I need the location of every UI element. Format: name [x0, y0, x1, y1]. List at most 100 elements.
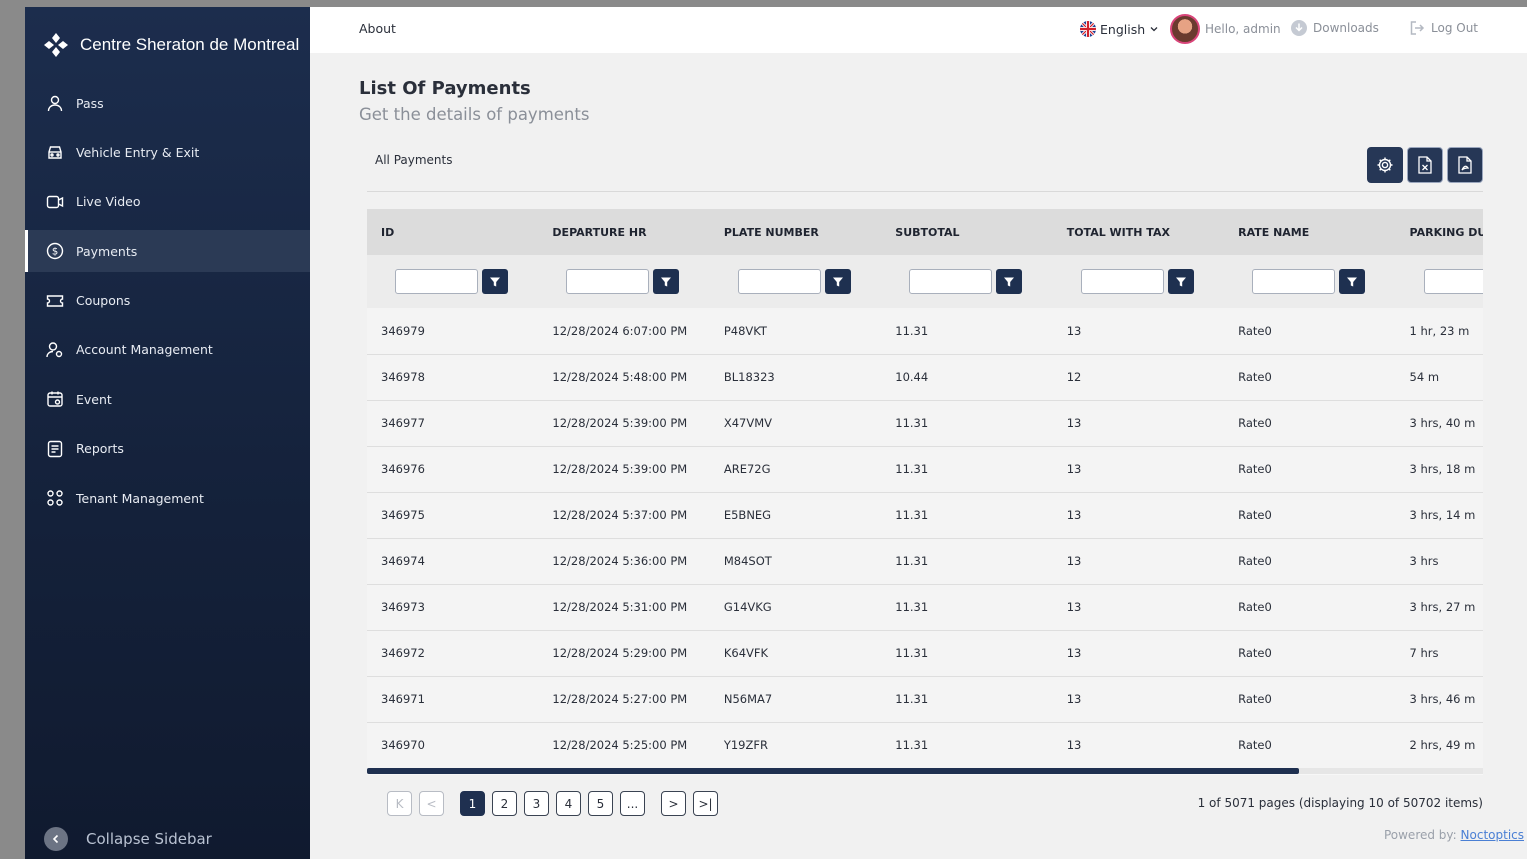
filter-input-plate-number[interactable] [737, 269, 821, 294]
column-header-departure-hr[interactable]: DEPARTURE HR [538, 209, 709, 255]
scrollbar-thumb[interactable] [367, 768, 1299, 774]
sidebar-item-pass[interactable]: Pass [25, 82, 310, 124]
logout-link[interactable]: Log Out [1409, 20, 1478, 36]
sidebar-item-label: Reports [76, 441, 124, 457]
language-selector[interactable]: English [1080, 21, 1159, 37]
column-header-plate-number[interactable]: PLATE NUMBER [710, 209, 881, 255]
filter-icon[interactable] [824, 269, 851, 294]
export-pdf-button[interactable] [1447, 147, 1483, 183]
filter-input-subtotal[interactable] [909, 269, 993, 294]
column-header-rate-name[interactable]: RATE NAME [1224, 209, 1395, 255]
filter-input-parking-duration[interactable] [1423, 269, 1483, 294]
cell-subtotal: 11.31 [895, 508, 929, 522]
app-window: Centre Sheraton de Montreal Pass Vehicle… [25, 7, 1527, 859]
export-excel-button[interactable] [1407, 147, 1443, 183]
table-row[interactable]: 346979 12/28/2024 6:07:00 PM P48VKT 11.31 13… [367, 308, 1483, 354]
logout-icon [1410, 21, 1425, 35]
table-row[interactable]: 346973 12/28/2024 5:31:00 PM G14VKG 11.31 13… [367, 584, 1483, 630]
sidebar-item-tenant-management[interactable]: Tenant Management [25, 477, 310, 519]
table-row[interactable]: 346977 12/28/2024 5:39:00 PM X47VMV 11.31 13… [367, 400, 1483, 446]
sidebar-item-event[interactable]: Event [25, 378, 310, 420]
cell-total-with-tax: 13 [1066, 692, 1082, 706]
filter-input-rate-name[interactable] [1252, 269, 1336, 294]
user-icon [45, 93, 65, 113]
page-button-5[interactable]: 5 [588, 791, 613, 816]
page-button-more[interactable]: ... [620, 791, 645, 816]
table-row[interactable]: 346974 12/28/2024 5:36:00 PM M84SOT 11.31 13… [367, 538, 1483, 584]
filter-icon[interactable] [482, 269, 508, 294]
cell-id: 346979 [381, 323, 425, 338]
uk-flag-icon [1080, 21, 1096, 37]
cell-id: 346971 [381, 692, 425, 706]
cell-parking-duration: 3 hrs, 40 m [1409, 416, 1476, 430]
column-header-parking-duration[interactable]: PARKING DURATIO [1396, 209, 1483, 255]
table-row[interactable]: 346976 12/28/2024 5:39:00 PM ARE72G 11.31 13… [367, 446, 1483, 492]
cell-subtotal: 10.44 [895, 370, 929, 384]
filter-input-total-with-tax[interactable] [1080, 269, 1164, 294]
top-bar: About English Hello, admin Downloads Log… [310, 7, 1527, 53]
horizontal-scrollbar[interactable] [367, 768, 1483, 774]
cell-parking-duration: 3 hrs, 46 m [1409, 692, 1476, 706]
last-page-button[interactable]: >| [693, 791, 718, 816]
column-header-subtotal[interactable]: SUBTOTAL [881, 209, 1052, 255]
page-button-2[interactable]: 2 [492, 791, 517, 816]
cell-id: 346975 [381, 508, 425, 522]
group-icon [45, 488, 65, 508]
filter-input-departure-hr[interactable] [566, 269, 650, 294]
first-page-button[interactable]: K [387, 791, 412, 816]
sidebar-item-vehicle-entry-exit[interactable]: Vehicle Entry & Exit [25, 131, 310, 173]
column-header-id[interactable]: ID [367, 209, 538, 255]
sidebar-item-account-management[interactable]: Account Management [25, 329, 310, 371]
page-subtitle: Get the details of payments [359, 105, 590, 124]
sidebar-item-live-video[interactable]: Live Video [25, 181, 310, 223]
about-link[interactable]: About [359, 21, 396, 36]
cell-subtotal: 11.31 [895, 323, 929, 338]
sidebar-item-reports[interactable]: Reports [25, 428, 310, 470]
chevron-left-icon[interactable] [44, 827, 68, 851]
sidebar-item-payments[interactable]: $ Payments [25, 230, 310, 273]
filter-icon[interactable] [653, 269, 680, 294]
filter-icon[interactable] [1339, 269, 1366, 294]
column-header-total-with-tax[interactable]: TOTAL WITH TAX [1053, 209, 1224, 255]
company-link[interactable]: Noctoptics [1461, 828, 1524, 842]
page-button-3[interactable]: 3 [524, 791, 549, 816]
cell-plate-number: X47VMV [723, 416, 773, 430]
sidebar-item-label: Live Video [76, 194, 141, 210]
filter-icon[interactable] [996, 269, 1023, 294]
page-button-4[interactable]: 4 [556, 791, 581, 816]
table-row[interactable]: 346972 12/28/2024 5:29:00 PM K64VFK 11.31 13… [367, 630, 1483, 676]
downloads-label: Downloads [1313, 21, 1379, 35]
sidebar-item-coupons[interactable]: Coupons [25, 280, 310, 322]
cell-rate-name: Rate0 [1238, 600, 1272, 614]
payments-table: ID DEPARTURE HR PLATE NUMBER SUBTOTAL TO… [367, 209, 1483, 775]
table-row[interactable]: 346970 12/28/2024 5:25:00 PM Y19ZFR 11.31 13… [367, 722, 1483, 768]
cell-rate-name: Rate0 [1238, 370, 1272, 384]
cell-parking-duration: 3 hrs, 18 m [1409, 462, 1476, 476]
collapse-sidebar[interactable]: Collapse Sidebar [44, 827, 212, 851]
filter-icon[interactable] [1167, 269, 1194, 294]
prev-page-button[interactable]: < [419, 791, 444, 816]
filter-input-id[interactable] [395, 269, 478, 294]
page-button-1[interactable]: 1 [460, 791, 485, 816]
downloads-link[interactable]: Downloads [1291, 20, 1379, 36]
table-row[interactable]: 346975 12/28/2024 5:37:00 PM E5BNEG 11.31 13… [367, 492, 1483, 538]
cell-total-with-tax: 13 [1066, 416, 1082, 430]
sidebar-nav: Pass Vehicle Entry & Exit Live Video $ P… [25, 82, 310, 527]
cell-parking-duration: 54 m [1409, 370, 1440, 384]
sidebar-item-label: Pass [76, 95, 104, 111]
cell-parking-duration: 2 hrs, 49 m [1409, 738, 1476, 752]
settings-button[interactable] [1367, 147, 1403, 183]
powered-by: Powered by: Noctoptics [1384, 828, 1524, 842]
video-icon [45, 192, 65, 212]
user-menu[interactable]: Hello, admin [1170, 14, 1281, 44]
cell-rate-name: Rate0 [1238, 462, 1272, 476]
table-row[interactable]: 346971 12/28/2024 5:27:00 PM N56MA7 11.31 13… [367, 676, 1483, 722]
table-row[interactable]: 346978 12/28/2024 5:48:00 PM BL18323 10.44 1… [367, 354, 1483, 400]
section-divider [367, 191, 1483, 192]
sidebar-item-label: Tenant Management [76, 490, 204, 506]
cell-id: 346977 [381, 416, 425, 430]
cell-departure-hr: 12/28/2024 5:25:00 PM [552, 738, 688, 752]
next-page-button[interactable]: > [661, 791, 686, 816]
brand[interactable]: Centre Sheraton de Montreal [42, 31, 299, 59]
excel-file-icon [1418, 156, 1432, 174]
